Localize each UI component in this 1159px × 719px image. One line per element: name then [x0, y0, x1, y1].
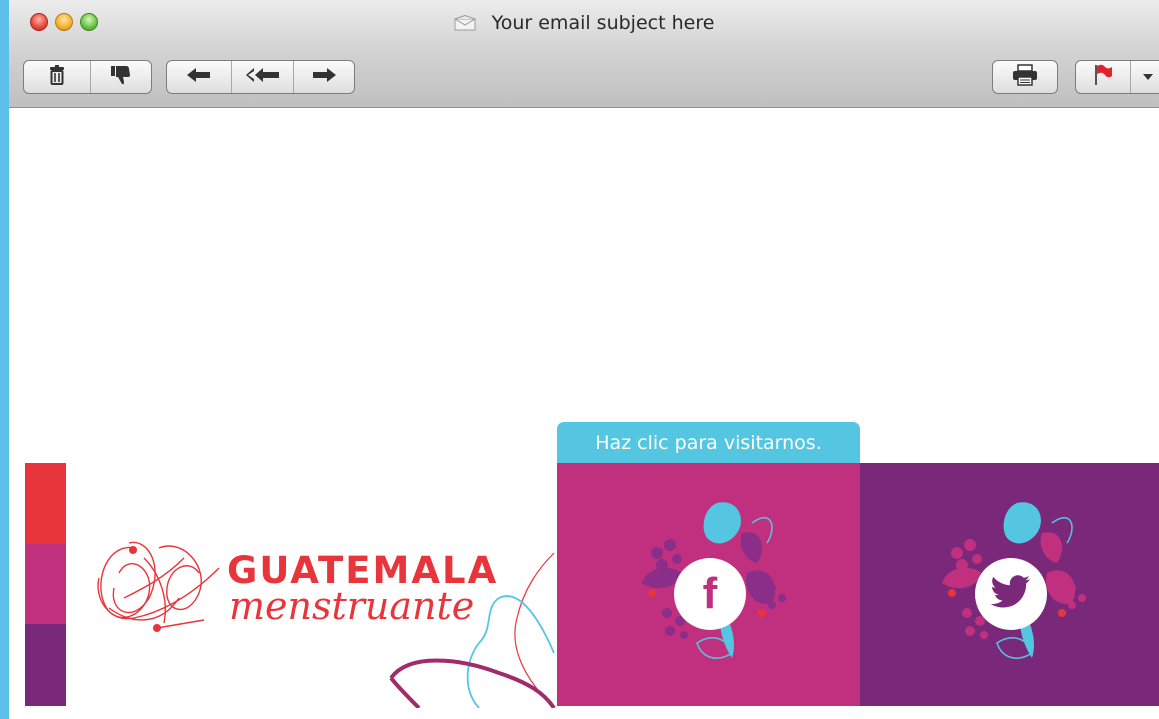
junk-button[interactable] [90, 61, 151, 93]
delete-junk-group [23, 60, 152, 94]
visit-us-tab[interactable]: Haz clic para visitarnos. [557, 422, 860, 463]
decorative-curves-icon [389, 552, 556, 708]
reply-icon [186, 67, 212, 88]
delete-button[interactable] [24, 61, 90, 93]
flag-button [1075, 60, 1159, 94]
forward-button[interactable] [293, 61, 354, 93]
printer-icon [1012, 63, 1038, 91]
reply-button[interactable] [167, 61, 231, 93]
forward-icon [311, 67, 337, 88]
trash-icon [48, 64, 66, 90]
twitter-button[interactable] [975, 558, 1047, 630]
mail-window: Your email subject here GUATEMALA menstr… [9, 0, 1159, 719]
twitter-panel[interactable] [860, 463, 1159, 706]
facebook-panel[interactable]: f [557, 463, 860, 706]
title-bar: Your email subject here [9, 0, 1159, 108]
thumbs-down-icon [110, 64, 132, 91]
reply-all-button[interactable] [231, 61, 293, 93]
red-stripe [25, 463, 66, 544]
flag-icon [1093, 64, 1113, 91]
magenta-stripe [25, 544, 66, 624]
window-title-area: Your email subject here [9, 12, 1159, 36]
logo-swirl-icon [97, 541, 220, 632]
reply-forward-group [166, 60, 355, 94]
message-body: GUATEMALA menstruante Haz clic para visi… [9, 108, 1159, 719]
envelope-icon [454, 14, 476, 36]
flag-menu-dropdown[interactable] [1130, 61, 1159, 93]
twitter-bird-icon [990, 574, 1031, 614]
chevron-down-icon [1142, 68, 1154, 86]
facebook-icon: f [702, 569, 718, 618]
flag-toggle[interactable] [1076, 61, 1130, 93]
print-button[interactable] [992, 60, 1058, 94]
reply-all-icon [245, 67, 281, 88]
purple-stripe [25, 624, 66, 706]
window-title: Your email subject here [491, 12, 715, 34]
facebook-button[interactable]: f [674, 558, 746, 630]
